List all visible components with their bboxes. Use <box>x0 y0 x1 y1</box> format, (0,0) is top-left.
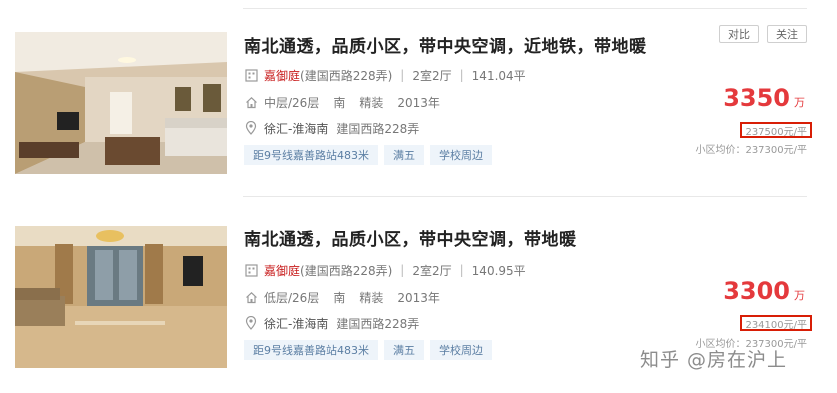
listing-title[interactable]: 南北通透，品质小区，带中央空调，带地暖 <box>244 225 577 250</box>
listing-tags: 距9号线嘉善路站483米 满五 学校周边 <box>244 340 492 360</box>
district-link[interactable]: 徐汇-淮海南 <box>264 315 328 332</box>
listing-detail-row: 中层/26层 南 精装 2013年 <box>244 92 440 112</box>
community-average-price: 小区均价：237300元/平 <box>695 145 807 156</box>
zhihu-watermark: 知乎 @房在沪上 <box>640 349 788 371</box>
listing-photo-living-room[interactable] <box>15 226 227 368</box>
separator: | <box>459 68 464 82</box>
room-layout: 2室2厅 <box>412 68 452 83</box>
community-link[interactable]: 嘉御庭 <box>264 262 300 279</box>
street-address: 建国西路228弄 <box>336 316 420 331</box>
room-layout: 2室2厅 <box>412 263 452 278</box>
price-unit: 万 <box>794 96 805 109</box>
listing-actions: 对比 关注 <box>719 25 807 43</box>
home-icon <box>244 290 258 304</box>
community-link[interactable]: 嘉御庭 <box>264 67 300 84</box>
compare-button[interactable]: 对比 <box>719 25 759 43</box>
total-price: 3300 万 <box>723 277 805 305</box>
listing-community-row: 嘉御庭 (建国西路228弄) | 2室2厅 | 140.95平 <box>244 260 526 280</box>
district-link[interactable]: 徐汇-淮海南 <box>264 120 328 137</box>
decoration: 精装 <box>359 95 384 110</box>
tag-subway: 距9号线嘉善路站483米 <box>244 145 378 165</box>
separator: | <box>400 263 405 277</box>
floor-level: 中层/26层 <box>264 95 320 110</box>
building-icon <box>244 68 258 82</box>
orientation: 南 <box>333 290 346 305</box>
build-year: 2013年 <box>397 290 440 305</box>
floor-area: 140.95平 <box>471 263 526 278</box>
unit-price-highlighted: 237500元/平 <box>740 122 812 138</box>
listing-detail-row: 低层/26层 南 精装 2013年 <box>244 287 440 307</box>
decoration: 精装 <box>359 290 384 305</box>
tag-school: 学校周边 <box>430 145 492 165</box>
building-icon <box>244 263 258 277</box>
separator: | <box>459 263 464 277</box>
listing-location-row: 徐汇-淮海南 建国西路228弄 <box>244 118 419 138</box>
total-price: 3350 万 <box>723 84 805 112</box>
location-pin-icon <box>244 121 258 135</box>
separator: | <box>400 68 405 82</box>
build-year: 2013年 <box>397 95 440 110</box>
listing-photo-living-room[interactable] <box>15 32 227 174</box>
price-value: 3300 <box>723 277 790 305</box>
listing-location-row: 徐汇-淮海南 建国西路228弄 <box>244 313 419 333</box>
listing-card[interactable]: 南北通透，品质小区，带中央空调，近地铁，带地暖 嘉御庭 (建国西路228弄) |… <box>0 0 837 190</box>
community-address: (建国西路228弄) <box>300 68 393 83</box>
tag-five-years: 满五 <box>384 145 424 165</box>
tag-school: 学校周边 <box>430 340 492 360</box>
unit-price-highlighted: 234100元/平 <box>740 315 812 331</box>
orientation: 南 <box>333 95 346 110</box>
floor-area: 141.04平 <box>471 68 526 83</box>
floor-level: 低层/26层 <box>264 290 320 305</box>
tag-five-years: 满五 <box>384 340 424 360</box>
community-address: (建国西路228弄) <box>300 263 393 278</box>
home-icon <box>244 95 258 109</box>
follow-button[interactable]: 关注 <box>767 25 807 43</box>
price-unit: 万 <box>794 289 805 302</box>
street-address: 建国西路228弄 <box>336 121 420 136</box>
price-value: 3350 <box>723 84 790 112</box>
listing-title[interactable]: 南北通透，品质小区，带中央空调，近地铁，带地暖 <box>244 32 647 57</box>
tag-subway: 距9号线嘉善路站483米 <box>244 340 378 360</box>
listing-community-row: 嘉御庭 (建国西路228弄) | 2室2厅 | 141.04平 <box>244 65 526 85</box>
listing-tags: 距9号线嘉善路站483米 满五 学校周边 <box>244 145 492 165</box>
location-pin-icon <box>244 316 258 330</box>
